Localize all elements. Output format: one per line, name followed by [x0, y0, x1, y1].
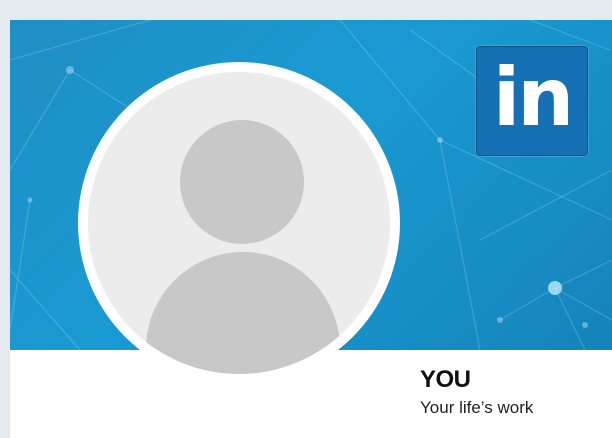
- page-background: in YOU Your life’s work: [0, 0, 612, 438]
- profile-name: YOU: [420, 366, 471, 393]
- profile-card: in YOU Your life’s work: [10, 20, 612, 438]
- avatar-head-shape: [180, 120, 304, 244]
- linkedin-logo-icon: in: [476, 46, 588, 156]
- default-user-avatar-icon: [88, 72, 390, 374]
- avatar-body-shape: [146, 252, 340, 374]
- profile-photo-frame: [78, 62, 400, 384]
- linkedin-logo-text: in: [492, 51, 574, 144]
- profile-tagline: Your life’s work: [420, 398, 534, 417]
